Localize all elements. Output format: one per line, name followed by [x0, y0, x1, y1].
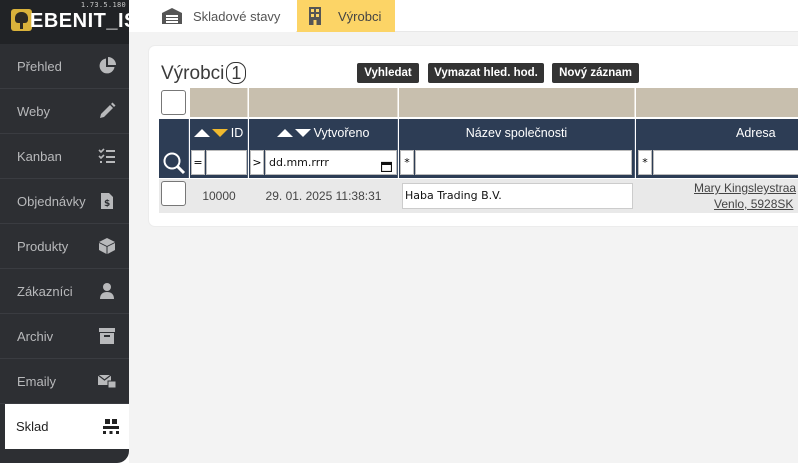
group-header-cell [399, 88, 635, 117]
sidebar-item-label: Zákazníci [17, 283, 73, 299]
column-label: Název společnosti [465, 126, 568, 140]
sidebar: 1.73.5.180 EBENIT_IS Přehled Weby Kanban… [0, 0, 137, 463]
sidebar-item-label: Archiv [17, 328, 54, 344]
sort-desc-icon[interactable] [294, 129, 311, 137]
search-icon[interactable] [162, 151, 186, 175]
sidebar-item-emaily[interactable]: Emaily [0, 359, 129, 404]
clear-search-button[interactable]: Vymazat hled. hod. [428, 63, 544, 83]
address-link-line1[interactable]: Mary Kingsleystraa [694, 180, 796, 196]
archive-icon [98, 327, 116, 345]
manufacturers-panel: Výrobci 1 Vyhledat Vymazat hled. hod. Nov… [149, 46, 798, 226]
filter-operator-created[interactable]: > [250, 150, 264, 175]
email-icon [98, 372, 116, 390]
select-all-checkbox[interactable] [161, 90, 186, 115]
warehouse-icon [161, 7, 183, 25]
column-header-company[interactable]: Název společnosti [399, 119, 635, 147]
filter-operator-address[interactable]: * [638, 150, 652, 175]
tab-label: Skladové stavy [193, 8, 281, 24]
tab-skladove-stavy[interactable]: Skladové stavy [149, 0, 296, 32]
tab-vyrobci[interactable]: Výrobci [297, 0, 395, 32]
cell-company[interactable]: Haba Trading B.V. [402, 183, 633, 209]
column-header-address[interactable]: Adresa [636, 119, 798, 147]
select-all-cell [159, 88, 189, 117]
checklist-icon [98, 147, 116, 165]
sidebar-item-label: Sklad [16, 419, 49, 434]
filter-search-cell [159, 147, 189, 178]
sidebar-item-zakaznici[interactable]: Zákazníci [0, 269, 129, 314]
header-select-cell [159, 119, 189, 147]
tree-logo-icon [11, 9, 32, 31]
filter-operator-company[interactable]: * [400, 150, 414, 175]
sort-asc-icon[interactable] [193, 129, 210, 137]
filter-input-company[interactable] [415, 150, 632, 175]
top-tabs: Skladové stavy Výrobci [149, 0, 798, 32]
filter-cell-address: * [636, 147, 798, 178]
group-header-cell [636, 88, 798, 117]
column-header-id[interactable]: ID [190, 119, 248, 147]
sidebar-item-label: Emaily [17, 373, 57, 389]
sidebar-item-archiv[interactable]: Archiv [0, 314, 129, 359]
svg-text:$: $ [104, 199, 110, 209]
filter-cell-created: > dd.mm.rrrr [249, 147, 398, 178]
cell-created: 29. 01. 2025 11:38:31 [265, 189, 382, 203]
sort-asc-icon[interactable] [276, 129, 293, 137]
invoice-icon: $ [98, 192, 116, 210]
column-header-created[interactable]: Vytvořeno [249, 119, 398, 147]
group-header-cell [190, 88, 248, 117]
page-title-text: Výrobci [161, 63, 225, 84]
pie-chart-icon [98, 57, 116, 75]
page-title: Výrobci 1 [161, 62, 247, 85]
group-header-cell [249, 88, 398, 117]
app-logo[interactable]: 1.73.5.180 EBENIT_IS [0, 0, 137, 44]
sidebar-item-label: Weby [17, 103, 50, 119]
column-label: ID [230, 126, 244, 140]
user-icon [98, 282, 116, 300]
sidebar-item-label: Kanban [17, 148, 62, 164]
new-record-button[interactable]: Nový záznam [552, 63, 639, 83]
sidebar-item-prehled[interactable]: Přehled [0, 44, 129, 89]
sidebar-item-label: Produkty [17, 238, 69, 254]
sidebar-item-weby[interactable]: Weby [0, 89, 129, 134]
record-count-badge: 1 [226, 62, 247, 84]
calendar-icon[interactable] [380, 157, 393, 173]
filter-input-created[interactable]: dd.mm.rrrr [265, 150, 397, 175]
sort-desc-icon[interactable] [211, 129, 228, 137]
box-icon [98, 237, 116, 255]
cell-id: 10000 [202, 189, 236, 203]
app-name: EBENIT_IS [30, 10, 138, 32]
row-select-checkbox[interactable] [161, 181, 186, 206]
tab-label: Výrobci [338, 8, 382, 24]
filter-input-id[interactable] [206, 150, 247, 175]
column-label: Vytvořeno [313, 126, 370, 140]
address-link-line2[interactable]: Venlo, 5928SK [714, 196, 793, 212]
sidebar-item-label: Přehled [17, 58, 62, 74]
sidebar-item-sklad[interactable]: Sklad [5, 404, 129, 449]
pallet-icon [102, 417, 120, 435]
building-icon [306, 7, 328, 25]
sidebar-item-produkty[interactable]: Produkty [0, 224, 129, 269]
filter-cell-company: * [399, 147, 635, 178]
app-version: 1.73.5.180 [80, 1, 126, 9]
date-placeholder: dd.mm.rrrr [269, 156, 329, 169]
sidebar-item-kanban[interactable]: Kanban [0, 134, 129, 179]
filter-operator-id[interactable]: = [191, 150, 205, 175]
column-label: Adresa [736, 126, 776, 140]
sidebar-item-label: Objednávky [17, 193, 86, 209]
search-button[interactable]: Vyhledat [357, 63, 419, 83]
filter-input-address[interactable] [653, 150, 798, 175]
sidebar-item-objednavky[interactable]: Objednávky $ [0, 179, 129, 224]
pencil-icon [98, 102, 116, 120]
filter-cell-id: = [190, 147, 248, 178]
